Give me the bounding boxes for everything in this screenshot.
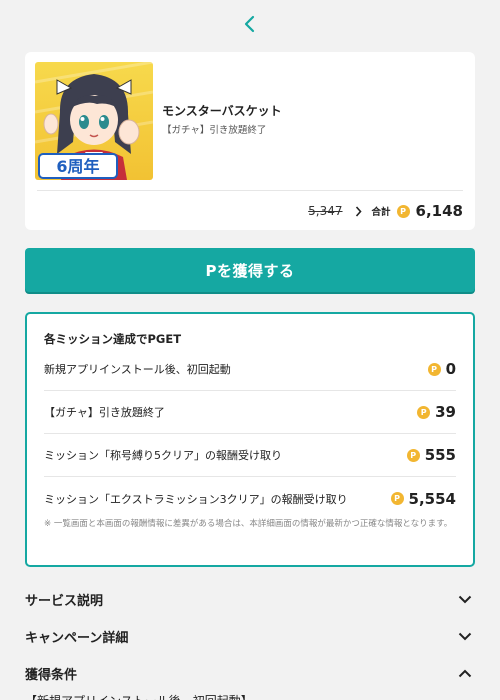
chevron-down-icon: [455, 589, 475, 609]
accordion-label: 獲得条件: [25, 667, 78, 683]
mission-name: ミッション「称号縛り5クリア」の報酬受け取り: [44, 449, 282, 462]
app-thumbnail-image: 6周年: [35, 62, 153, 180]
card-divider: [37, 190, 463, 191]
banner-text: 6周年: [56, 157, 99, 176]
mission-name: 新規アプリインストール後、初回起動: [44, 363, 231, 376]
total-point-value: 6,148: [415, 202, 463, 220]
conditions-text: 【新規アプリインストール後、初回起動】: [25, 692, 253, 700]
mission-name: ミッション「エクストラミッション3クリア」の報酬受け取り: [44, 492, 348, 506]
app-subtitle: 【ガチャ】引き放題終了: [162, 125, 267, 136]
mission-disclaimer: ※ 一覧画面と本画面の報酬情報に差異がある場合は、本詳細画面の情報が最新かつ正確…: [44, 519, 453, 529]
chevron-up-icon: [455, 663, 475, 683]
get-points-button[interactable]: Pを獲得する: [25, 248, 475, 292]
top-bar: [0, 0, 500, 48]
mission-name: 【ガチャ】引き放題終了: [44, 406, 165, 419]
chevron-down-icon: [455, 626, 475, 646]
back-button[interactable]: [235, 9, 265, 39]
mission-point-value: 0: [445, 360, 456, 378]
total-label: 合計: [371, 207, 391, 218]
point-coin-icon: P: [427, 362, 441, 376]
old-point-value: 5,347: [308, 204, 343, 218]
app-title: モンスターバスケット: [162, 104, 282, 118]
mission-row: 新規アプリインストール後、初回起動 P 0: [44, 348, 456, 391]
mission-point-value: 555: [424, 446, 456, 464]
point-coin-icon: P: [406, 448, 420, 462]
app-card: 6周年 モンスターバスケット 【ガチャ】引き放題終了 5,347 合計 P 6,…: [25, 52, 475, 230]
chevron-left-icon: [244, 15, 255, 33]
accordion-campaign-details[interactable]: キャンペーン詳細: [25, 621, 475, 651]
point-coin-icon: P: [390, 492, 404, 505]
point-summary: 5,347 合計 P 6,148: [308, 200, 463, 222]
mission-list-box: 各ミッション達成でPGET 新規アプリインストール後、初回起動 P 0 【ガチャ…: [25, 312, 475, 567]
mission-row: ミッション「称号縛り5クリア」の報酬受け取り P 555: [44, 434, 456, 477]
mission-row: ミッション「エクストラミッション3クリア」の報酬受け取り P 5,554: [44, 477, 456, 520]
chevron-right-icon: [355, 205, 362, 217]
mission-point-value: 5,554: [408, 489, 456, 508]
accordion-label: サービス説明: [25, 593, 104, 609]
mission-point-value: 39: [435, 403, 456, 421]
accordion-acquisition-conditions[interactable]: 獲得条件: [25, 658, 475, 688]
mission-list-title: 各ミッション達成でPGET: [44, 332, 182, 346]
mission-row: 【ガチャ】引き放題終了 P 39: [44, 391, 456, 434]
point-coin-icon: P: [417, 405, 431, 419]
accordion-label: キャンペーン詳細: [25, 630, 129, 646]
point-coin-icon: P: [396, 204, 410, 218]
accordion-service-description[interactable]: サービス説明: [25, 584, 475, 614]
app-thumbnail[interactable]: 6周年: [35, 62, 153, 180]
